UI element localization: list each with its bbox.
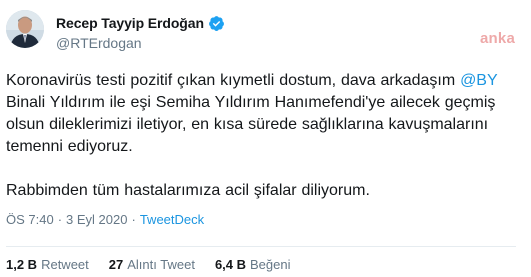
divider bbox=[6, 246, 516, 247]
meta-separator: · bbox=[57, 212, 63, 227]
engagement-stats: 1,2 B Retweet 27 Alıntı Tweet 6,4 B Beğe… bbox=[6, 257, 311, 272]
likes-count: 6,4 B bbox=[214, 257, 247, 272]
verified-badge-icon bbox=[208, 15, 225, 32]
retweets-stat[interactable]: 1,2 B Retweet bbox=[6, 257, 89, 272]
avatar-image bbox=[6, 10, 44, 48]
tweet-text-part: Binali Yıldırım ile eşi Semiha Yıldırım … bbox=[6, 94, 496, 155]
tweet-date[interactable]: 3 Eyl 2020 bbox=[66, 212, 127, 227]
tweet-source-link[interactable]: TweetDeck bbox=[140, 212, 204, 227]
author-name-row: Recep Tayyip Erdoğan bbox=[56, 13, 225, 33]
likes-stat[interactable]: 6,4 B Beğeni bbox=[215, 257, 291, 272]
author-handle[interactable]: @RTErdogan bbox=[56, 35, 225, 51]
author-display-name[interactable]: Recep Tayyip Erdoğan bbox=[56, 15, 204, 31]
tweet-card: Recep Tayyip Erdoğan @RTErdogan anka Kor… bbox=[0, 0, 531, 277]
tweet-paragraph-1: Koronavirüs testi pozitif çıkan kıymetli… bbox=[6, 70, 521, 158]
meta-separator: · bbox=[131, 212, 136, 227]
quotes-stat[interactable]: 27 Alıntı Tweet bbox=[109, 257, 195, 272]
retweets-count: 1,2 B bbox=[6, 257, 38, 272]
quotes-label: Alıntı Tweet bbox=[127, 257, 195, 272]
author-block: Recep Tayyip Erdoğan @RTErdogan bbox=[56, 13, 225, 51]
quotes-count: 27 bbox=[108, 257, 124, 272]
likes-label: Beğeni bbox=[250, 257, 291, 272]
retweets-label: Retweet bbox=[41, 257, 89, 272]
anka-watermark: anka bbox=[480, 30, 515, 47]
tweet-text-part: Koronavirüs testi pozitif çıkan kıymetli… bbox=[6, 72, 461, 89]
tweet-meta: ÖS 7:40 · 3 Eyl 2020 · TweetDeck bbox=[6, 212, 204, 227]
tweet-time[interactable]: ÖS 7:40 bbox=[6, 212, 54, 227]
tweet-text: Koronavirüs testi pozitif çıkan kıymetli… bbox=[6, 70, 521, 202]
mention-link[interactable]: @BY bbox=[460, 72, 497, 89]
tweet-paragraph-2: Rabbimden tüm hastalarımıza acil şifalar… bbox=[6, 182, 370, 199]
avatar[interactable] bbox=[6, 10, 44, 48]
